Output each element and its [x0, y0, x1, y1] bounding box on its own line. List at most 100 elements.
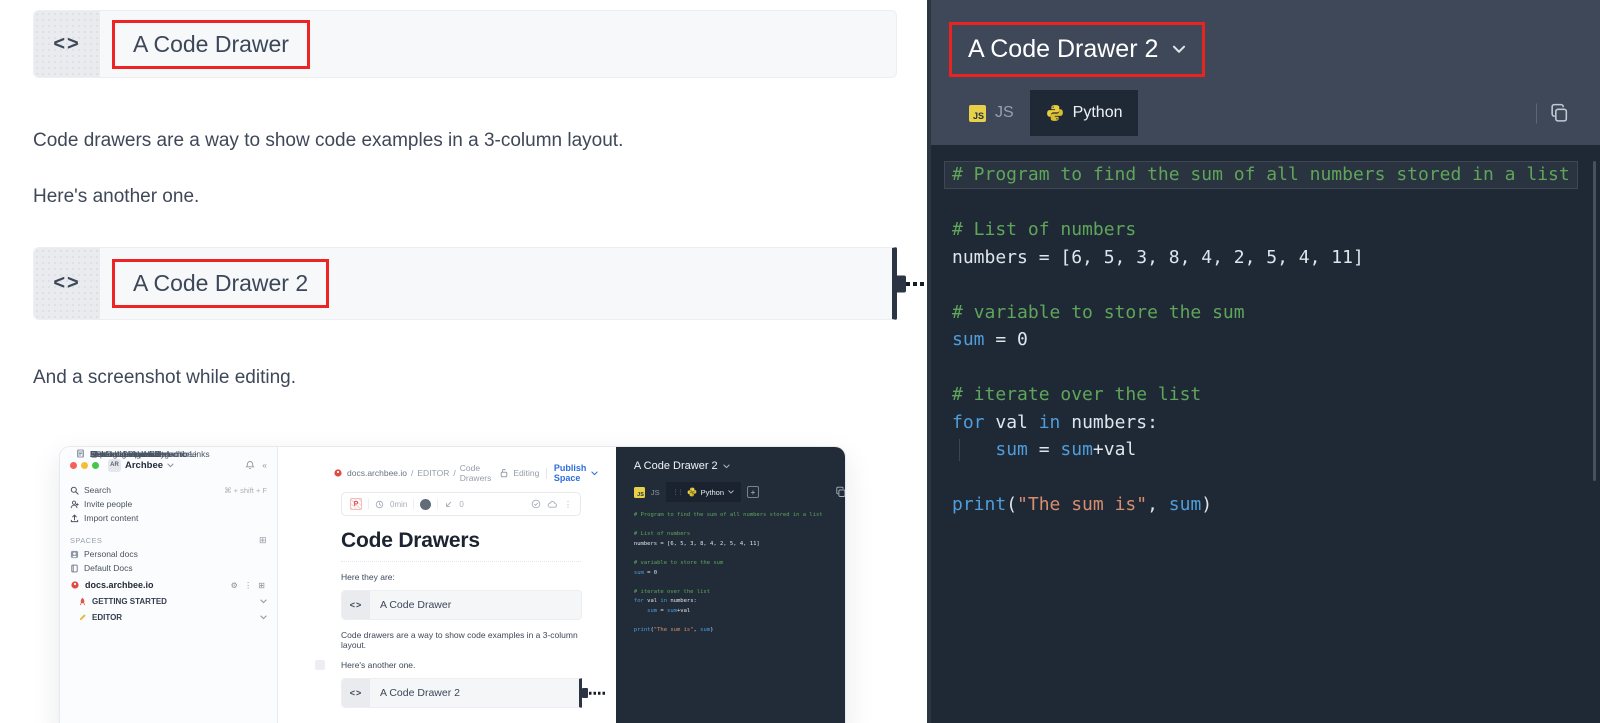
mini-drawer-selector[interactable]: A Code Drawer 2 — [634, 460, 845, 472]
chevron-down-icon — [260, 599, 267, 604]
sidebar-item-default-docs[interactable]: Default Docs — [70, 561, 267, 575]
document-editor: <> A Code Drawer Code drawers are a way … — [0, 0, 927, 723]
mini-code-drawer-2[interactable]: <> A Code Drawer 2 — [341, 678, 605, 708]
search-icon — [70, 486, 79, 495]
views-icon — [444, 500, 453, 509]
chevron-down-icon — [723, 464, 730, 469]
sidebar-item-invite[interactable]: Invite people — [70, 497, 267, 511]
mini-code-drawer-1[interactable]: <> A Code Drawer — [341, 590, 582, 620]
code-drawer-block-1[interactable]: <> A Code Drawer — [33, 10, 897, 78]
doc-badge[interactable]: P — [350, 498, 362, 510]
sidebar-section-editor[interactable]: EDITOR — [70, 610, 267, 624]
person-plus-icon — [70, 500, 79, 509]
tab-bar: JS JS Python — [953, 90, 1600, 136]
tab-js[interactable]: JS JS — [953, 90, 1030, 136]
drawer-title[interactable]: A Code Drawer — [133, 31, 289, 58]
mini-sidebar: AR Archbee « Search ⌘ + shift + F Invite… — [60, 447, 278, 723]
tab-python[interactable]: Python — [1029, 90, 1139, 136]
lock-icon — [499, 468, 509, 478]
connector-dashed-line — [906, 281, 927, 286]
add-tab-button[interactable]: + — [747, 486, 760, 498]
mini-paragraph: Here they are: — [341, 572, 395, 582]
cloud-icon[interactable] — [547, 500, 558, 509]
mini-paragraph: Code drawers are a way to show code exam… — [341, 630, 578, 650]
python-icon — [1046, 104, 1064, 122]
traffic-light-zoom[interactable] — [92, 461, 99, 469]
app-name[interactable]: Archbee — [125, 460, 163, 471]
copy-icon[interactable] — [835, 486, 845, 498]
code-icon: <> — [34, 11, 100, 77]
scrollbar[interactable] — [1593, 161, 1596, 481]
check-circle-icon[interactable] — [531, 499, 541, 509]
code-drawer-block-2[interactable]: <> A Code Drawer 2 — [33, 247, 927, 320]
traffic-light-close[interactable] — [70, 461, 77, 469]
paragraph: And a screenshot while editing. — [33, 367, 296, 388]
drawer-title[interactable]: A Code Drawer 2 — [133, 270, 308, 297]
collapse-sidebar-icon[interactable]: « — [262, 460, 267, 470]
python-icon — [687, 487, 697, 497]
add-space-icon[interactable]: ⊞ — [259, 535, 267, 546]
code-area: # Program to find the sum of all numbers… — [931, 145, 1600, 723]
chevron-down-icon — [728, 490, 734, 494]
sidebar-section-spaces: SPACES ⊞ — [70, 535, 267, 546]
search-shortcut: ⌘ + shift + F — [224, 485, 267, 495]
mini-code-panel: A Code Drawer 2 JS JS ⋮⋮ Python + # Prog… — [615, 447, 845, 723]
page-icon — [76, 449, 85, 458]
embedded-screenshot: AR Archbee « Search ⌘ + shift + F Invite… — [60, 447, 845, 723]
mini-tab-python[interactable]: ⋮⋮ Python — [665, 482, 742, 502]
sidebar-item-workspace[interactable]: docs.archbee.io ⚙ ⋮ ⊞ — [70, 578, 267, 592]
paragraph: Code drawers are a way to show code exam… — [33, 130, 624, 151]
connector-handle[interactable] — [582, 688, 588, 698]
workspace-actions[interactable]: ⚙ ⋮ ⊞ — [231, 581, 267, 590]
pencil-icon — [78, 613, 87, 622]
read-time: 0min — [390, 499, 408, 509]
code-panel-header: A Code Drawer 2 JS JS Python — [931, 0, 1600, 136]
sidebar-item-import[interactable]: Import content — [70, 511, 267, 525]
annotation-red-box: A Code Drawer 2 — [112, 259, 330, 308]
code-icon: <> — [342, 591, 370, 619]
publish-space-button[interactable]: Publish Space — [554, 463, 587, 483]
connector-dashed-line — [589, 691, 605, 695]
code-block: # Program to find the sum of all numbers… — [944, 161, 1600, 519]
connector-handle[interactable] — [895, 275, 906, 292]
mini-doc-title[interactable]: Code Drawers — [341, 529, 598, 553]
divider — [341, 561, 581, 562]
traffic-light-minimize[interactable] — [81, 461, 88, 469]
paragraph: Here's another one. — [33, 186, 200, 207]
sidebar-section-getting-started[interactable]: GETTING STARTED — [70, 594, 267, 608]
mini-doc-toolbar: P 0min 0 ⋮ — [341, 492, 581, 516]
mini-paragraph: Here's another one. — [315, 660, 598, 670]
code-icon: <> — [342, 679, 370, 707]
annotation-red-box: A Code Drawer — [112, 19, 310, 69]
bell-icon[interactable] — [245, 460, 255, 470]
sidebar-item-personal-docs[interactable]: Personal docs — [70, 547, 267, 561]
drag-handle-icon[interactable]: ⋮⋮ — [673, 489, 684, 496]
kebab-menu-icon[interactable]: ⋮ — [564, 500, 572, 509]
js-icon: JS — [633, 486, 645, 498]
editing-status: Editing — [513, 468, 540, 478]
mini-code-block: # Program to find the sum of all numbers… — [633, 512, 823, 634]
mini-tab-js[interactable]: JS — [651, 488, 660, 497]
sidebar-item-search[interactable]: Search ⌘ + shift + F — [70, 483, 267, 497]
chevron-down-icon — [260, 615, 267, 620]
upload-icon — [70, 514, 79, 523]
archbee-mascot-icon — [333, 468, 343, 478]
chevron-down-icon — [591, 471, 598, 476]
divider — [1536, 103, 1537, 123]
mini-editor: docs.archbee.io / EDITOR / Code Drawers … — [278, 447, 616, 723]
avatar-icon — [70, 550, 79, 559]
views-count: 0 — [459, 499, 464, 509]
mini-tab-bar: JS JS ⋮⋮ Python + — [633, 482, 845, 502]
book-icon — [70, 564, 79, 573]
js-icon: JS — [969, 104, 986, 122]
code-icon: <> — [34, 248, 100, 319]
archbee-mascot-icon — [70, 580, 80, 590]
clock-icon — [375, 500, 384, 509]
copy-icon[interactable] — [1549, 103, 1570, 124]
chevron-down-icon — [1172, 45, 1186, 54]
author-avatar[interactable] — [420, 498, 432, 510]
drawer-selector[interactable]: A Code Drawer 2 — [949, 22, 1206, 77]
rocket-icon — [78, 597, 87, 606]
screenshot-root: <> A Code Drawer Code drawers are a way … — [0, 0, 1600, 723]
mini-breadcrumb: docs.archbee.io / EDITOR / Code Drawers … — [333, 463, 598, 483]
